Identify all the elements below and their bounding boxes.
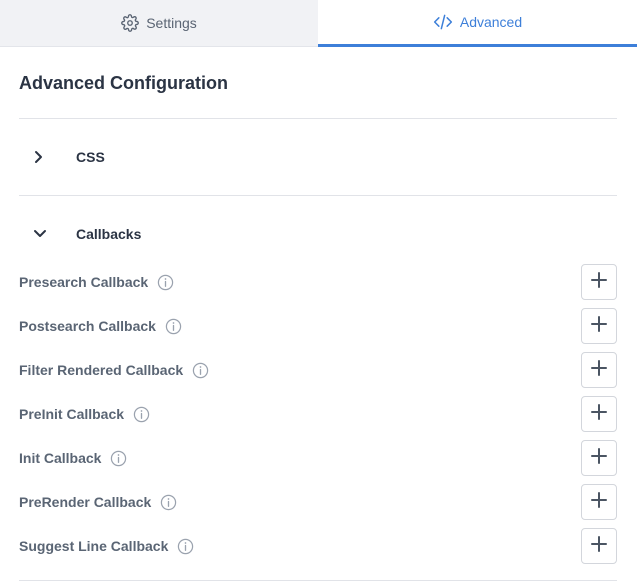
callback-row: Suggest Line Callback — [19, 528, 617, 564]
css-section-label: CSS — [76, 149, 105, 165]
plus-icon — [590, 403, 608, 426]
callbacks-section-toggle[interactable]: Callbacks — [19, 222, 141, 246]
info-icon[interactable] — [165, 318, 182, 335]
callback-row: PreInit Callback — [19, 396, 617, 432]
callbacks-section-label: Callbacks — [76, 226, 142, 242]
callback-row: Filter Rendered Callback — [19, 352, 617, 388]
add-callback-button[interactable] — [581, 440, 617, 476]
callback-label: PreInit Callback — [19, 406, 125, 422]
plus-icon — [590, 271, 608, 294]
info-icon[interactable] — [160, 494, 177, 511]
add-callback-button[interactable] — [581, 528, 617, 564]
tab-bar: Settings Advanced — [0, 0, 637, 47]
page-title: Advanced Configuration — [19, 73, 229, 93]
plus-icon — [590, 447, 608, 470]
tab-settings-label: Settings — [146, 15, 197, 31]
add-callback-button[interactable] — [581, 484, 617, 520]
add-callback-button[interactable] — [581, 308, 617, 344]
callback-row: Postsearch Callback — [19, 308, 617, 344]
gear-icon — [121, 14, 140, 32]
add-callback-button[interactable] — [581, 396, 617, 432]
chevron-down-icon — [19, 229, 59, 239]
info-icon[interactable] — [192, 362, 209, 379]
callback-label: Suggest Line Callback — [19, 538, 169, 554]
code-icon — [433, 13, 453, 31]
info-icon[interactable] — [133, 406, 150, 423]
css-section-toggle[interactable]: CSS — [19, 145, 105, 169]
divider — [19, 118, 617, 119]
tab-settings[interactable]: Settings — [0, 0, 318, 47]
callback-label: Init Callback — [19, 450, 102, 466]
info-icon[interactable] — [157, 274, 174, 291]
callback-label: Presearch Callback — [19, 274, 149, 290]
info-icon[interactable] — [177, 538, 194, 555]
tab-advanced[interactable]: Advanced — [318, 0, 637, 47]
add-callback-button[interactable] — [581, 264, 617, 300]
callback-label: Filter Rendered Callback — [19, 362, 184, 378]
plus-icon — [590, 315, 608, 338]
callback-label: PreRender Callback — [19, 494, 152, 510]
callback-row: Init Callback — [19, 440, 617, 476]
plus-icon — [590, 491, 608, 514]
plus-icon — [590, 359, 608, 382]
callback-label: Postsearch Callback — [19, 318, 156, 334]
info-icon[interactable] — [110, 450, 127, 467]
callback-row: Presearch Callback — [19, 264, 617, 300]
plus-icon — [590, 535, 608, 558]
divider — [19, 195, 617, 196]
add-callback-button[interactable] — [581, 352, 617, 388]
chevron-right-icon — [19, 150, 59, 164]
callback-row: PreRender Callback — [19, 484, 617, 520]
tab-advanced-label: Advanced — [459, 14, 523, 30]
